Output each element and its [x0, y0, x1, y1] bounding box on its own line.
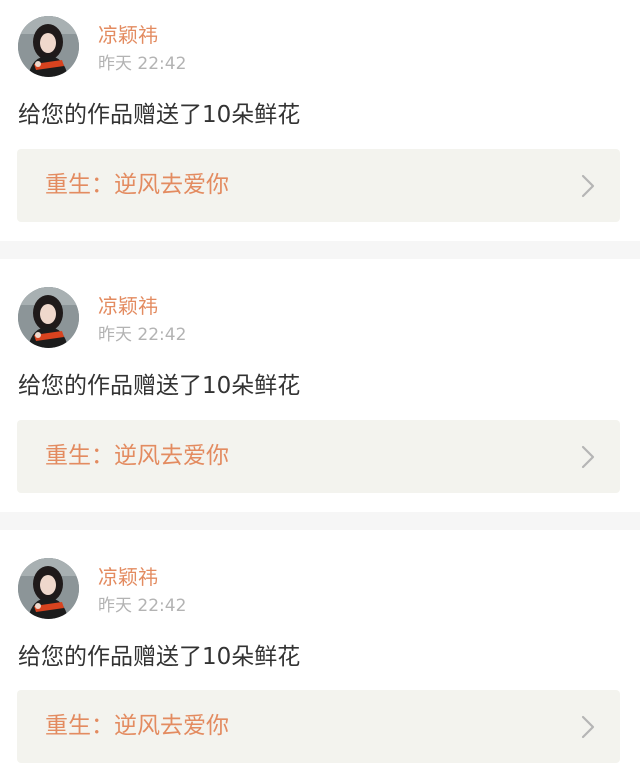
notification-card: 凉颖祎 昨天 22:42 给您的作品赠送了10朵鲜花 重生：逆风去爱你	[0, 0, 640, 241]
notification-card: 凉颖祎 昨天 22:42 给您的作品赠送了10朵鲜花 重生：逆风去爱你	[0, 259, 640, 512]
work-title: 重生：逆风去爱你	[45, 713, 229, 739]
avatar-image	[18, 558, 79, 619]
notification-message: 给您的作品赠送了10朵鲜花	[18, 373, 301, 399]
username[interactable]: 凉颖祎	[98, 294, 158, 318]
notification-card: 凉颖祎 昨天 22:42 给您的作品赠送了10朵鲜花 重生：逆风去爱你	[0, 530, 640, 768]
user-avatar[interactable]	[18, 16, 79, 77]
avatar-image	[18, 16, 79, 77]
chevron-right-icon	[580, 444, 596, 470]
chevron-right-icon	[580, 173, 596, 199]
avatar-image	[18, 287, 79, 348]
work-link-card[interactable]: 重生：逆风去爱你	[17, 690, 620, 763]
timestamp: 昨天 22:42	[98, 325, 187, 345]
work-link-card[interactable]: 重生：逆风去爱你	[17, 149, 620, 222]
chevron-right-icon	[580, 714, 596, 740]
user-avatar[interactable]	[18, 558, 79, 619]
notification-feed: 凉颖祎 昨天 22:42 给您的作品赠送了10朵鲜花 重生：逆风去爱你 凉颖祎 …	[0, 0, 640, 768]
work-title: 重生：逆风去爱你	[45, 172, 229, 198]
notification-message: 给您的作品赠送了10朵鲜花	[18, 644, 301, 670]
timestamp: 昨天 22:42	[98, 596, 187, 616]
user-avatar[interactable]	[18, 287, 79, 348]
work-title: 重生：逆风去爱你	[45, 443, 229, 469]
notification-message: 给您的作品赠送了10朵鲜花	[18, 102, 301, 128]
timestamp: 昨天 22:42	[98, 54, 187, 74]
username[interactable]: 凉颖祎	[98, 565, 158, 589]
username[interactable]: 凉颖祎	[98, 23, 158, 47]
work-link-card[interactable]: 重生：逆风去爱你	[17, 420, 620, 493]
